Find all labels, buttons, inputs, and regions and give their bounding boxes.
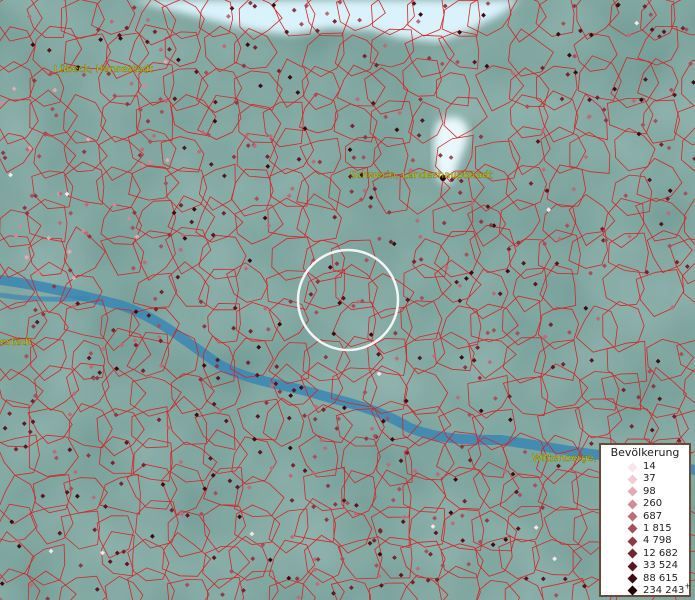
- legend-item-label: 14: [643, 461, 656, 472]
- legend-swatch-icon: [627, 561, 638, 572]
- legend-item-label: 234 243: [643, 584, 685, 596]
- population-map[interactable]: Lübeck, Hansestadt Schwerin, Landeshaupt…: [0, 0, 695, 600]
- legend-item-label: 4 798: [643, 535, 672, 547]
- legend-item: 234 243+: [601, 581, 692, 597]
- legend-item-label: 37: [643, 473, 656, 485]
- legend-swatch-icon: [627, 573, 638, 584]
- city-label-wittenberge[interactable]: Wittenberge, S: [532, 453, 607, 464]
- legend-item-label: 98: [643, 485, 656, 497]
- legend-item: 14: [601, 461, 689, 473]
- legend-swatch-icon: [627, 474, 638, 485]
- city-label-luebeck[interactable]: Lübeck, Hansestadt: [54, 64, 153, 75]
- legend-swatch-icon: [627, 462, 638, 472]
- legend-item: 88 615: [601, 573, 689, 585]
- legend-item: 1 815: [601, 523, 689, 535]
- population-legend: Bevölkerung 14 37 98 260 687 1 815 4 798 12 682…: [599, 443, 691, 597]
- legend-swatch-icon: [627, 486, 638, 497]
- city-label-partial-west[interactable]: estadt: [0, 337, 32, 348]
- legend-swatch-icon: [627, 511, 638, 522]
- legend-title: Bevölkerung: [610, 446, 680, 459]
- legend-plus-sign: +: [684, 581, 692, 591]
- legend-item: 12 682: [601, 548, 689, 560]
- legend-item: 4 798: [601, 535, 689, 547]
- legend-item: 33 524: [601, 560, 689, 572]
- legend-item: 260: [601, 498, 689, 510]
- legend-item: 687: [601, 511, 689, 523]
- legend-swatch-icon: [627, 536, 638, 547]
- legend-swatch-icon: [627, 585, 638, 596]
- legend-swatch-icon: [627, 548, 638, 559]
- legend-item-label: 1 815: [643, 522, 672, 534]
- city-label-schwerin[interactable]: Schwerin, Landeshauptstadt: [350, 170, 493, 181]
- legend-item-label: 260: [643, 498, 663, 510]
- legend-item-label: 88 615: [643, 572, 678, 584]
- legend-item: 98: [601, 486, 689, 498]
- legend-item-label: 12 682: [643, 547, 678, 559]
- legend-swatch-icon: [627, 524, 638, 534]
- legend-item-label: 687: [643, 510, 663, 522]
- legend-swatch-icon: [627, 499, 638, 510]
- legend-item-label: 33 524: [643, 560, 678, 572]
- legend-item: 37: [601, 473, 689, 485]
